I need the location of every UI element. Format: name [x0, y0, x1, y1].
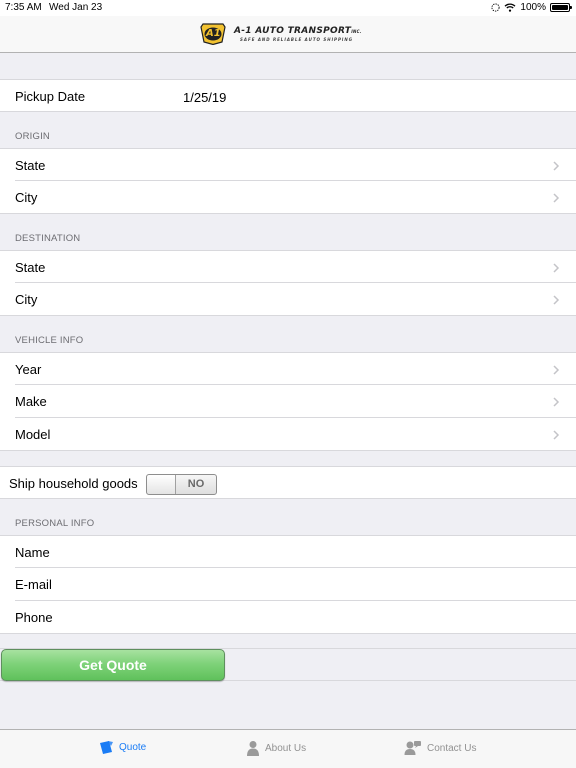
logo-badge-text: A1 — [206, 28, 221, 39]
battery-icon — [550, 3, 572, 12]
logo-inc: INC. — [351, 28, 362, 34]
origin-state-label: State — [15, 158, 46, 173]
origin-city-label: City — [15, 190, 38, 205]
toggle-knob[interactable] — [147, 475, 176, 494]
destination-city-label: City — [15, 292, 38, 307]
contact-icon — [404, 740, 422, 756]
quote-icon — [99, 740, 114, 755]
wifi-icon — [504, 3, 516, 12]
pickup-date-label: Pickup Date — [15, 89, 86, 104]
pickup-date-row[interactable]: Pickup Date 1/25/19 — [0, 79, 576, 112]
personal-info-header: PERSONAL INFO — [15, 518, 95, 529]
chevron-right-icon — [551, 429, 561, 441]
origin-header: ORIGIN — [15, 131, 50, 142]
tab-quote[interactable]: Quote — [99, 740, 146, 755]
origin-city-row[interactable]: City — [0, 181, 576, 214]
destination-state-row[interactable]: State — [0, 250, 576, 283]
status-bar: 7:35 AM Wed Jan 23 100% — [0, 0, 576, 16]
tab-about-us-label: About Us — [265, 742, 307, 754]
ship-household-label: Ship household goods — [9, 476, 138, 491]
logo-title: A-1 AUTO TRANSPORTINC. — [234, 25, 362, 36]
chevron-right-icon — [551, 262, 561, 274]
get-quote-button[interactable]: Get Quote — [1, 649, 225, 681]
status-date: Wed Jan 23 — [49, 2, 103, 13]
status-right: 100% — [491, 2, 572, 13]
location-icon — [491, 3, 500, 12]
origin-state-row[interactable]: State — [0, 148, 576, 181]
tab-quote-label: Quote — [119, 742, 147, 753]
vehicle-year-row[interactable]: Year — [0, 352, 576, 385]
vehicle-model-row[interactable]: Model — [0, 418, 576, 451]
chevron-right-icon — [551, 364, 561, 376]
ship-household-toggle[interactable]: NO — [146, 474, 217, 495]
vehicle-make-row[interactable]: Make — [0, 385, 576, 418]
vehicle-make-label: Make — [15, 394, 47, 409]
screen: 7:35 AM Wed Jan 23 100% A1 A-1 AUTO TRAN… — [0, 0, 576, 768]
tab-contact-us-label: Contact Us — [427, 742, 477, 754]
vehicle-info-header: VEHICLE INFO — [15, 335, 84, 346]
chevron-right-icon — [551, 396, 561, 408]
pickup-date-value[interactable]: 1/25/19 — [183, 90, 226, 105]
vehicle-model-label: Model — [15, 427, 51, 442]
tab-bar: Quote About Us Contact Us — [0, 729, 576, 768]
logo-tagline: SAFE AND RELIABLE AUTO SHIPPING — [240, 36, 354, 42]
vehicle-year-label: Year — [15, 362, 42, 377]
toggle-state-text: NO — [187, 478, 205, 490]
tab-about-us[interactable]: About Us — [246, 740, 306, 756]
email-row[interactable]: E-mail — [0, 568, 576, 601]
name-label: Name — [15, 545, 50, 560]
name-row[interactable]: Name — [0, 535, 576, 568]
destination-city-row[interactable]: City — [0, 283, 576, 316]
status-time: 7:35 AM — [5, 2, 42, 13]
app-logo: A1 A-1 AUTO TRANSPORTINC. SAFE AND RELIA… — [200, 23, 362, 46]
destination-state-label: State — [15, 260, 46, 275]
logo-badge-icon: A1 — [200, 23, 226, 46]
tab-contact-us[interactable]: Contact Us — [404, 740, 476, 756]
person-icon — [246, 740, 260, 756]
nav-bar: A1 A-1 AUTO TRANSPORTINC. SAFE AND RELIA… — [0, 16, 576, 53]
phone-row[interactable]: Phone — [0, 601, 576, 634]
destination-header: DESTINATION — [15, 233, 81, 244]
chevron-right-icon — [551, 192, 561, 204]
phone-label: Phone — [15, 610, 53, 625]
battery-percent: 100% — [520, 2, 546, 13]
ship-household-row: Ship household goods NO — [0, 466, 576, 499]
chevron-right-icon — [551, 294, 561, 306]
email-label: E-mail — [15, 577, 52, 592]
chevron-right-icon — [551, 160, 561, 172]
